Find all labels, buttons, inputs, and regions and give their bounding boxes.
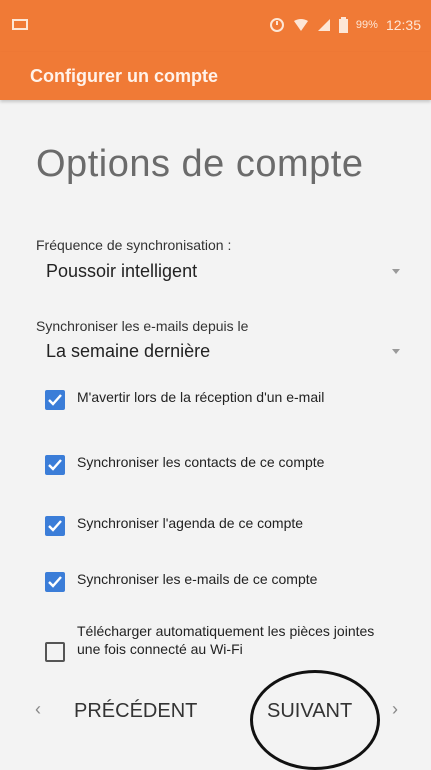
option-label: Télécharger automatiquement les pièces j… bbox=[77, 623, 375, 657]
chevron-left-icon[interactable]: ‹ bbox=[35, 699, 41, 720]
option-label: Synchroniser les contacts de ce compte bbox=[77, 454, 325, 470]
status-time: 12:35 bbox=[385, 17, 421, 33]
alarm-icon bbox=[269, 18, 284, 32]
sync-frequency-label: Fréquence de synchronisation : bbox=[36, 237, 232, 253]
checkbox-checked-icon[interactable] bbox=[45, 390, 65, 410]
previous-button[interactable]: PRÉCÉDENT bbox=[74, 700, 197, 723]
app-bar: Configurer un compte bbox=[0, 52, 431, 100]
page-title: Options de compte bbox=[36, 143, 364, 185]
notification-icon bbox=[12, 19, 28, 30]
checkbox-unchecked-icon[interactable] bbox=[45, 642, 65, 662]
sync-since-dropdown[interactable]: La semaine dernière bbox=[40, 339, 400, 367]
status-icons: 99% 12:35 bbox=[269, 15, 421, 35]
status-bar: 99% 12:35 bbox=[0, 0, 431, 52]
dropdown-arrow-icon bbox=[392, 269, 400, 274]
sync-frequency-dropdown[interactable]: Poussoir intelligent bbox=[40, 259, 400, 287]
chevron-right-icon[interactable]: › bbox=[392, 699, 398, 720]
app-bar-title: Configurer un compte bbox=[30, 66, 218, 86]
option-label: Synchroniser l'agenda de ce compte bbox=[77, 515, 304, 531]
next-button-highlight-circle bbox=[250, 670, 380, 770]
wifi-icon bbox=[293, 19, 308, 31]
battery-icon bbox=[338, 17, 348, 33]
sync-frequency-value: Poussoir intelligent bbox=[46, 261, 198, 281]
checkbox-checked-icon[interactable] bbox=[45, 455, 65, 475]
battery-percent: 99% bbox=[355, 19, 378, 31]
option-label: M'avertir lors de la réception d'un e-ma… bbox=[77, 389, 325, 405]
checkbox-checked-icon[interactable] bbox=[45, 572, 65, 592]
cell-signal-icon bbox=[317, 19, 330, 31]
option-label: Synchroniser les e-mails de ce compte bbox=[77, 571, 318, 587]
dropdown-arrow-icon bbox=[392, 349, 400, 354]
sync-since-label: Synchroniser les e-mails depuis le bbox=[36, 318, 249, 334]
sync-since-value: La semaine dernière bbox=[46, 341, 211, 361]
checkbox-checked-icon[interactable] bbox=[45, 516, 65, 536]
